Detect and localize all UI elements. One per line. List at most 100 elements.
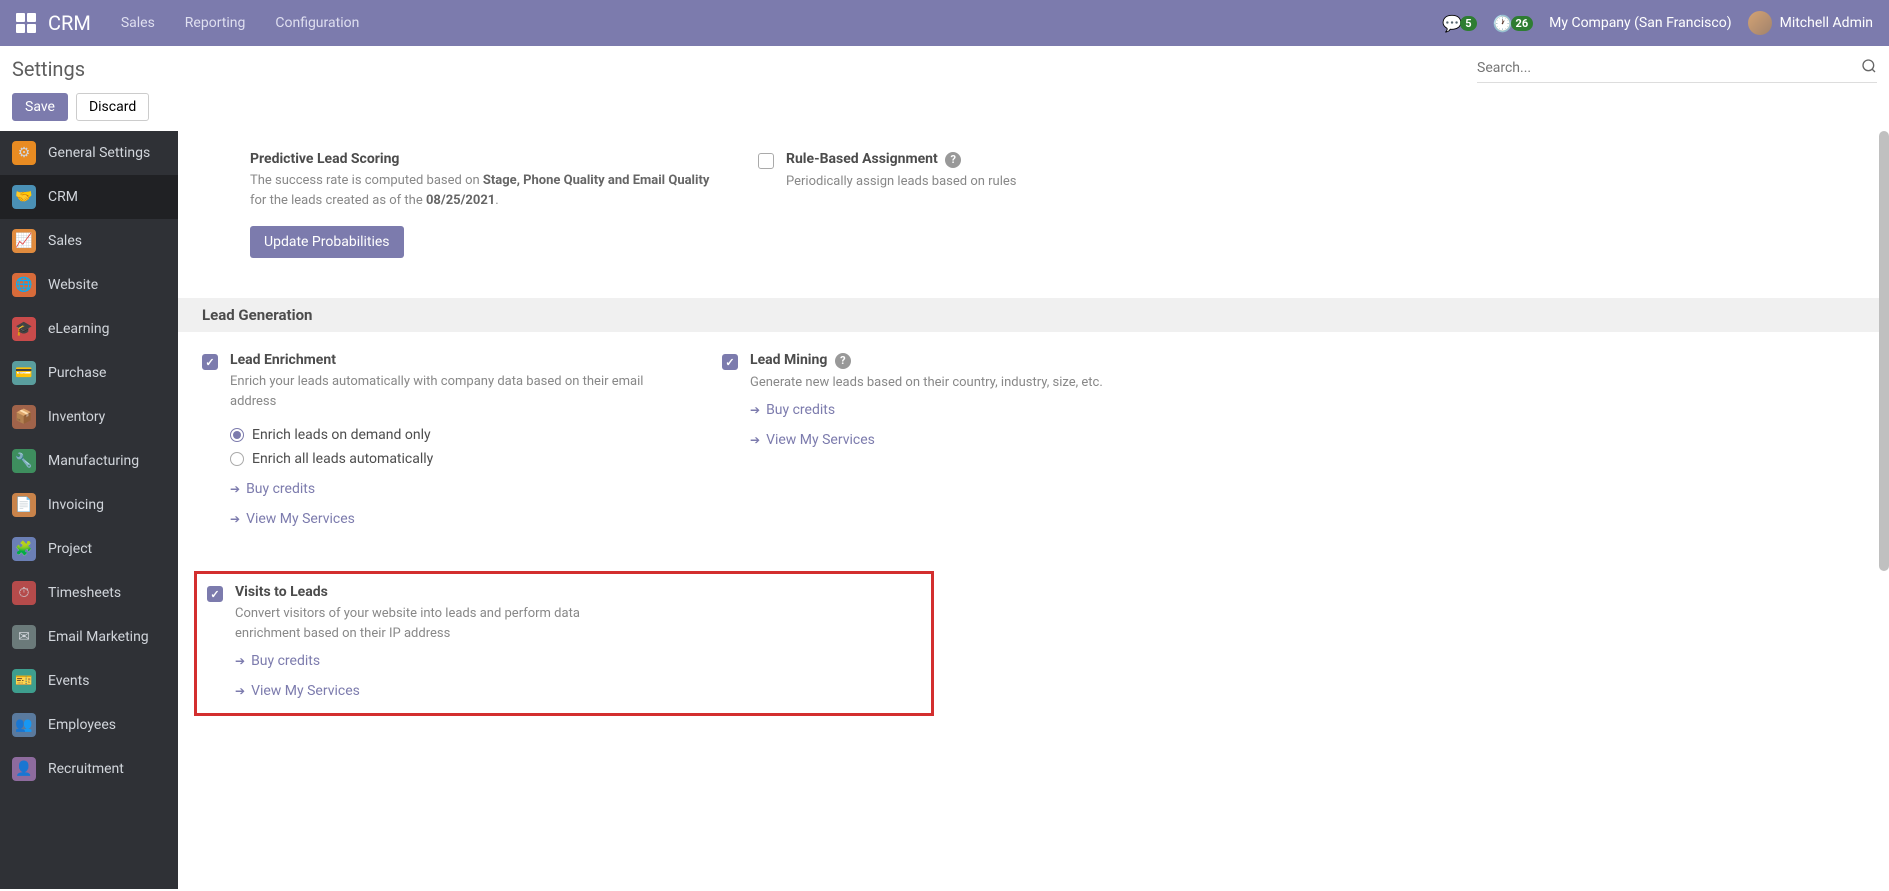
- clock-icon: 🕐: [1493, 14, 1513, 33]
- help-icon[interactable]: ?: [835, 353, 851, 369]
- visits-to-leads-setting: Visits to Leads Convert visitors of your…: [207, 584, 921, 703]
- chat-icon: 💬: [1442, 14, 1462, 33]
- nav-menu-sales[interactable]: Sales: [121, 15, 155, 31]
- scrollbar[interactable]: [1879, 131, 1889, 571]
- sidebar-item-label: Recruitment: [48, 761, 124, 777]
- section-header-lead-generation: Lead Generation: [178, 298, 1889, 332]
- nav-user-name: Mitchell Admin: [1780, 15, 1873, 31]
- sidebar-item-sales[interactable]: 📈 Sales: [0, 219, 178, 263]
- rule-based-assignment-setting: Rule-Based Assignment ? Periodically ass…: [758, 151, 1238, 258]
- sidebar-item-employees[interactable]: 👥 Employees: [0, 703, 178, 747]
- lead-enrichment-radio-group: Enrich leads on demand only Enrich all l…: [230, 423, 682, 471]
- arrow-right-icon: ➔: [235, 684, 245, 698]
- arrow-right-icon: ➔: [235, 654, 245, 668]
- lead-enrichment-desc: Enrich your leads automatically with com…: [230, 372, 682, 411]
- settings-top-row: Predictive Lead Scoring The success rate…: [178, 131, 1889, 298]
- search-input[interactable]: [1477, 60, 1861, 76]
- lead-mining-title: Lead Mining ?: [750, 352, 1202, 369]
- discard-button[interactable]: Discard: [76, 93, 149, 121]
- rule-assign-desc: Periodically assign leads based on rules: [786, 172, 1238, 192]
- radio-enrich-auto[interactable]: Enrich all leads automatically: [230, 447, 682, 471]
- sidebar-item-timesheets[interactable]: ⏱ Timesheets: [0, 571, 178, 615]
- sidebar-item-label: General Settings: [48, 145, 150, 161]
- sub-header: Settings: [0, 46, 1889, 83]
- lead-mining-setting: Lead Mining ? Generate new leads based o…: [722, 352, 1202, 531]
- sidebar-item-label: Timesheets: [48, 585, 121, 601]
- nav-menu-configuration[interactable]: Configuration: [275, 15, 359, 31]
- nav-menu-reporting[interactable]: Reporting: [185, 15, 246, 31]
- arrow-right-icon: ➔: [750, 403, 760, 417]
- sidebar-item-label: CRM: [48, 189, 78, 205]
- lead-mining-buy-credits-link[interactable]: ➔ Buy credits: [750, 398, 1202, 422]
- lead-mining-checkbox[interactable]: [722, 354, 738, 370]
- sidebar-item-label: Sales: [48, 233, 82, 249]
- sidebar-item-label: Invoicing: [48, 497, 104, 513]
- save-button[interactable]: Save: [12, 93, 68, 121]
- sidebar-item-events[interactable]: 🎫 Events: [0, 659, 178, 703]
- sidebar-item-label: Email Marketing: [48, 629, 149, 645]
- document-icon: 📄: [12, 493, 36, 517]
- lead-generation-row: Lead Enrichment Enrich your leads automa…: [178, 332, 1889, 571]
- visits-buy-credits-link[interactable]: ➔ Buy credits: [235, 649, 921, 673]
- card-icon: 💳: [12, 361, 36, 385]
- graduation-icon: 🎓: [12, 317, 36, 341]
- sidebar-item-purchase[interactable]: 💳 Purchase: [0, 351, 178, 395]
- rule-assign-checkbox[interactable]: [758, 153, 774, 169]
- visits-view-services-link[interactable]: ➔ View My Services: [235, 679, 921, 703]
- radio-unselected-icon: [230, 452, 244, 466]
- sidebar-item-crm[interactable]: 🤝 CRM: [0, 175, 178, 219]
- action-bar: Save Discard: [0, 83, 1889, 131]
- activities-badge: 26: [1511, 16, 1534, 31]
- nav-right: 💬 5 🕐 26 My Company (San Francisco) Mitc…: [1442, 11, 1873, 35]
- search-area: [1477, 54, 1877, 83]
- predictive-desc: The success rate is computed based on St…: [250, 171, 718, 210]
- apps-icon[interactable]: [16, 13, 36, 33]
- search-icon[interactable]: [1861, 58, 1877, 78]
- gear-icon: ⚙: [12, 141, 36, 165]
- main-layout: ⚙ General Settings 🤝 CRM 📈 Sales 🌐 Websi…: [0, 131, 1889, 889]
- help-icon[interactable]: ?: [945, 152, 961, 168]
- nav-menu: Sales Reporting Configuration: [121, 15, 360, 31]
- lead-enrichment-setting: Lead Enrichment Enrich your leads automa…: [202, 352, 682, 531]
- sidebar-item-email-marketing[interactable]: ✉ Email Marketing: [0, 615, 178, 659]
- visits-to-leads-checkbox[interactable]: [207, 586, 223, 602]
- sidebar-item-label: Events: [48, 673, 89, 689]
- lead-mining-view-services-link[interactable]: ➔ View My Services: [750, 428, 1202, 452]
- sidebar-item-manufacturing[interactable]: 🔧 Manufacturing: [0, 439, 178, 483]
- sidebar-item-label: Purchase: [48, 365, 106, 381]
- predictive-title: Predictive Lead Scoring: [250, 151, 718, 167]
- top-navigation: CRM Sales Reporting Configuration 💬 5 🕐 …: [0, 0, 1889, 46]
- visits-to-leads-highlighted: Visits to Leads Convert visitors of your…: [194, 571, 934, 716]
- nav-brand[interactable]: CRM: [48, 11, 91, 35]
- ticket-icon: 🎫: [12, 669, 36, 693]
- sidebar: ⚙ General Settings 🤝 CRM 📈 Sales 🌐 Websi…: [0, 131, 178, 889]
- nav-user-menu[interactable]: Mitchell Admin: [1748, 11, 1873, 35]
- nav-company[interactable]: My Company (San Francisco): [1549, 15, 1731, 31]
- arrow-right-icon: ➔: [230, 512, 240, 526]
- sidebar-item-general-settings[interactable]: ⚙ General Settings: [0, 131, 178, 175]
- nav-chat[interactable]: 💬 5: [1442, 14, 1476, 33]
- visits-to-leads-desc: Convert visitors of your website into le…: [235, 604, 595, 643]
- sidebar-item-elearning[interactable]: 🎓 eLearning: [0, 307, 178, 351]
- person-icon: 👤: [12, 757, 36, 781]
- people-icon: 👥: [12, 713, 36, 737]
- package-icon: 📦: [12, 405, 36, 429]
- sidebar-item-invoicing[interactable]: 📄 Invoicing: [0, 483, 178, 527]
- sidebar-item-label: Employees: [48, 717, 116, 733]
- sidebar-item-website[interactable]: 🌐 Website: [0, 263, 178, 307]
- lead-enrichment-checkbox[interactable]: [202, 354, 218, 370]
- sidebar-item-label: Project: [48, 541, 92, 557]
- lead-enrich-view-services-link[interactable]: ➔ View My Services: [230, 507, 682, 531]
- sidebar-item-label: Inventory: [48, 409, 105, 425]
- nav-activities[interactable]: 🕐 26: [1493, 14, 1534, 33]
- sidebar-item-recruitment[interactable]: 👤 Recruitment: [0, 747, 178, 791]
- sidebar-item-project[interactable]: 🧩 Project: [0, 527, 178, 571]
- page-title: Settings: [12, 57, 85, 81]
- sidebar-item-inventory[interactable]: 📦 Inventory: [0, 395, 178, 439]
- radio-enrich-on-demand[interactable]: Enrich leads on demand only: [230, 423, 682, 447]
- avatar: [1748, 11, 1772, 35]
- lead-enrich-buy-credits-link[interactable]: ➔ Buy credits: [230, 477, 682, 501]
- chat-badge: 5: [1460, 16, 1476, 31]
- update-probabilities-button[interactable]: Update Probabilities: [250, 226, 404, 258]
- content-area: Predictive Lead Scoring The success rate…: [178, 131, 1889, 889]
